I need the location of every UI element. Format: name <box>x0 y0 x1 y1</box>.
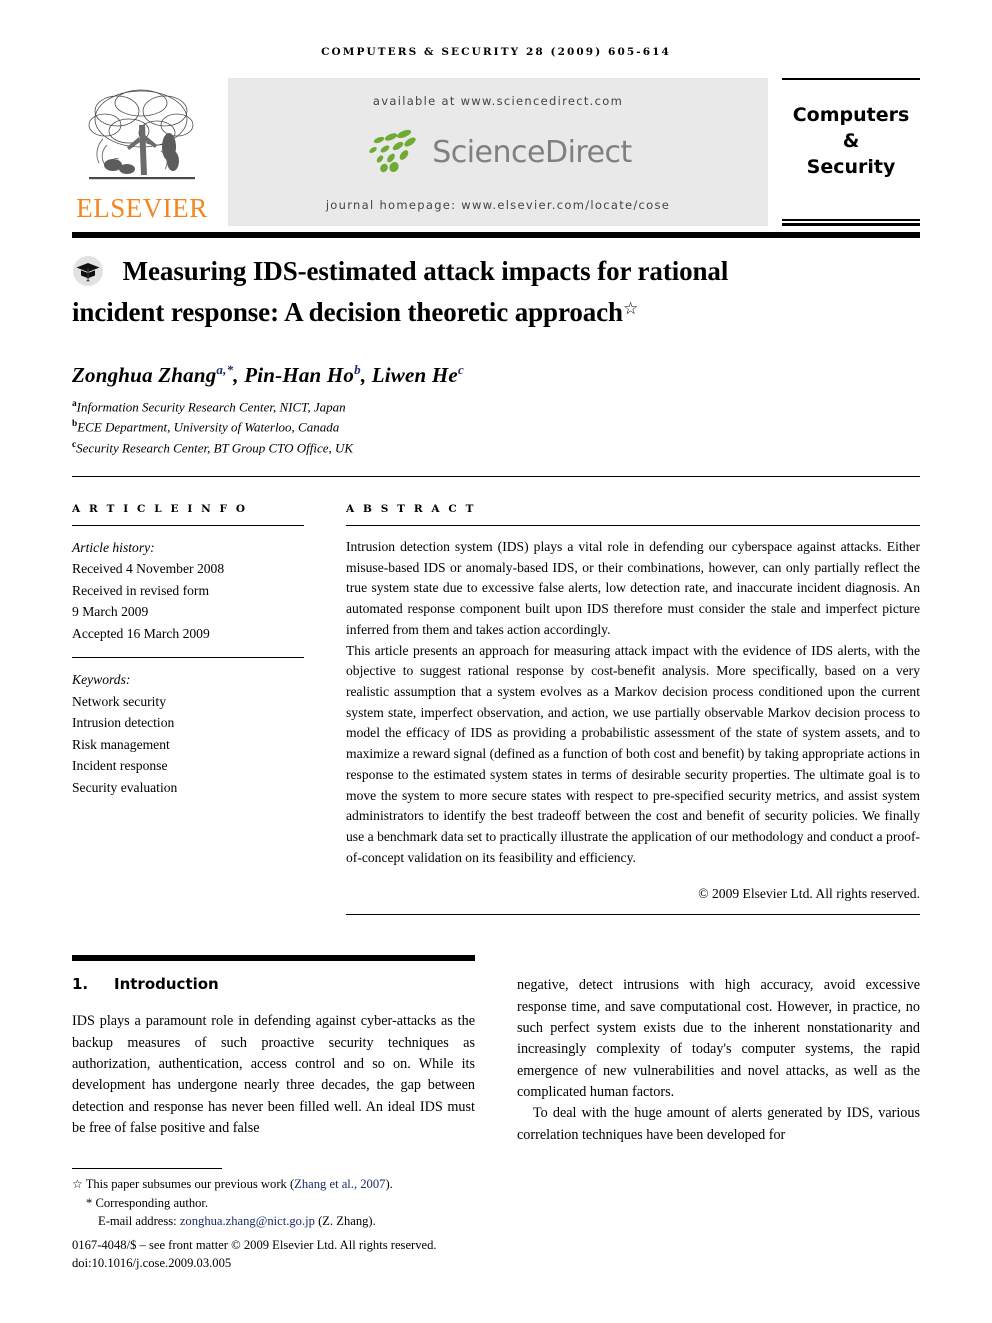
article-title-text-1: Measuring IDS-estimated attack impacts f… <box>122 256 729 286</box>
elsevier-logo: ELSEVIER <box>72 78 212 226</box>
elsevier-tree-icon <box>83 85 201 194</box>
corresponding-marker: * <box>86 1195 93 1210</box>
column-spacer <box>517 955 920 975</box>
article-history-group: Article history: Received 4 November 200… <box>72 537 304 644</box>
email-label: E-mail address: <box>98 1214 177 1229</box>
footnote-email: E-mail address: zonghua.zhang@nict.go.jp… <box>72 1212 502 1231</box>
affiliation-item: aInformation Security Research Center, N… <box>72 397 920 417</box>
footnote-star: ☆ This paper subsumes our previous work … <box>72 1175 502 1194</box>
article-history-item: 9 March 2009 <box>72 604 149 620</box>
affiliation-text-c: Security Research Center, BT Group CTO O… <box>76 439 354 455</box>
section-title-introduction: 1. Introduction <box>72 975 475 993</box>
keyword-item: Network security <box>72 693 166 709</box>
body-column-left: 1. Introduction IDS plays a paramount rol… <box>72 955 475 1145</box>
keywords-label: Keywords: <box>72 672 131 688</box>
section-number: 1. <box>72 975 89 994</box>
author-sup-2: b <box>354 361 361 377</box>
journal-title: Computers & Security <box>782 80 920 219</box>
affiliation-text-b: ECE Department, University of Waterloo, … <box>77 419 340 435</box>
affiliation-text-a: Information Security Research Center, NI… <box>76 398 346 414</box>
abstract-rule <box>346 524 920 526</box>
sciencedirect-wordmark: ScienceDirect <box>432 135 632 170</box>
page-footer: ☆ This paper subsumes our previous work … <box>72 1167 502 1273</box>
graduation-cap-icon <box>72 255 104 295</box>
body-paragraph: IDS plays a paramount role in defending … <box>72 1013 475 1136</box>
keyword-item: Incident response <box>72 758 168 774</box>
keywords-group: Keywords: Network security Intrusion det… <box>72 669 304 798</box>
section-bar <box>72 955 475 962</box>
abstract-copyright: © 2009 Elsevier Ltd. All rights reserved… <box>698 886 920 902</box>
article-info-column: A R T I C L E I N F O Article history: R… <box>72 503 304 916</box>
article-info-rule <box>72 524 304 526</box>
masthead: ELSEVIER available at www.sciencedirect.… <box>72 78 920 226</box>
section-title-text: Introduction <box>114 975 219 994</box>
running-head: COMPUTERS & SECURITY 28 (2009) 605-614 <box>321 46 671 58</box>
footnote-corresponding-author: * Corresponding author. <box>72 1194 502 1213</box>
keyword-item: Security evaluation <box>72 779 178 795</box>
journal-title-line3: Security <box>806 156 896 179</box>
footnote-star-marker: ☆ <box>72 1176 83 1191</box>
article-history-item: Received 4 November 2008 <box>72 561 225 577</box>
footnote-divider <box>72 1167 222 1169</box>
abstract-bottom-rule <box>346 914 920 916</box>
keyword-item: Intrusion detection <box>72 715 175 731</box>
journal-box-rule-bottom-2 <box>782 223 920 226</box>
abstract-heading: A B S T R A C T <box>346 502 477 515</box>
body-columns: 1. Introduction IDS plays a paramount rol… <box>72 955 920 1145</box>
abstract-paragraph-1: Intrusion detection system (IDS) plays a… <box>346 538 920 637</box>
corresponding-text: Corresponding author. <box>95 1195 209 1210</box>
available-at-text: available at www.sciencedirect.com <box>372 94 624 108</box>
affiliation-list: aInformation Security Research Center, N… <box>72 397 920 458</box>
affiliation-item: cSecurity Research Center, BT Group CTO … <box>72 438 920 458</box>
body-column-right: negative, detect intrusions with high ac… <box>517 955 920 1145</box>
author-name-1: Zonghua Zhang <box>72 362 217 387</box>
authors-divider <box>72 475 920 477</box>
sciencedirect-leaves-icon <box>364 128 426 179</box>
author-name-3: Liwen He <box>371 362 458 387</box>
affiliation-item: bECE Department, University of Waterloo,… <box>72 417 920 437</box>
issn-line: 0167-4048/$ – see front matter © 2009 El… <box>72 1237 437 1252</box>
info-abstract-section: A R T I C L E I N F O Article history: R… <box>72 503 920 916</box>
article-title-text-2: incident response: A decision theoretic … <box>72 297 623 328</box>
sciencedirect-banner: available at www.sciencedirect.com Scien… <box>228 78 768 226</box>
journal-title-line2: & <box>842 130 860 153</box>
body-paragraph: To deal with the huge amount of alerts g… <box>517 1105 920 1143</box>
author-sup-3: c <box>457 361 464 377</box>
article-title-line-2: incident response: A decision theoretic … <box>72 295 920 329</box>
footnote-citation-link[interactable]: Zhang et al., 2007 <box>294 1177 385 1191</box>
author-name-2: Pin-Han Ho <box>244 362 355 387</box>
article-page: COMPUTERS & SECURITY 28 (2009) 605-614 E… <box>0 0 992 1323</box>
body-paragraph: negative, detect intrusions with high ac… <box>517 977 920 1100</box>
article-title-line-1: Measuring IDS-estimated attack impacts f… <box>72 254 920 295</box>
journal-title-box: Computers & Security <box>782 78 920 226</box>
email-link[interactable]: zonghua.zhang@nict.go.jp <box>180 1214 315 1228</box>
abstract-column: A B S T R A C T Intrusion detection syst… <box>346 503 920 916</box>
footnote-star-text-end: ). <box>385 1176 393 1191</box>
keywords-divider <box>72 657 304 659</box>
article-history-item: Received in revised form <box>72 582 210 598</box>
author-list: Zonghua Zhanga,*, Pin-Han Hob, Liwen Hec <box>72 361 464 387</box>
email-suffix: (Z. Zhang). <box>318 1214 376 1229</box>
article-history-item: Accepted 16 March 2009 <box>72 625 210 641</box>
journal-title-line1: Computers <box>792 104 910 126</box>
article-history-label: Article history: <box>72 539 155 555</box>
sciencedirect-logo: ScienceDirect <box>364 128 632 179</box>
title-footnote-marker: ☆ <box>622 299 639 319</box>
doi-line: doi:10.1016/j.cose.2009.03.005 <box>72 1256 232 1271</box>
journal-box-rule-bottom-1 <box>782 219 920 221</box>
masthead-divider <box>72 232 920 238</box>
keyword-item: Risk management <box>72 736 170 752</box>
journal-homepage-text: journal homepage: www.elsevier.com/locat… <box>325 198 671 212</box>
elsevier-wordmark: ELSEVIER <box>76 193 208 223</box>
author-sup-1: a,* <box>216 361 234 377</box>
article-info-heading: A R T I C L E I N F O <box>72 502 248 515</box>
title-block: Measuring IDS-estimated attack impacts f… <box>72 254 920 330</box>
footnote-star-text: This paper subsumes our previous work ( <box>85 1176 295 1191</box>
abstract-paragraph-2: This article presents an approach for me… <box>346 642 920 865</box>
